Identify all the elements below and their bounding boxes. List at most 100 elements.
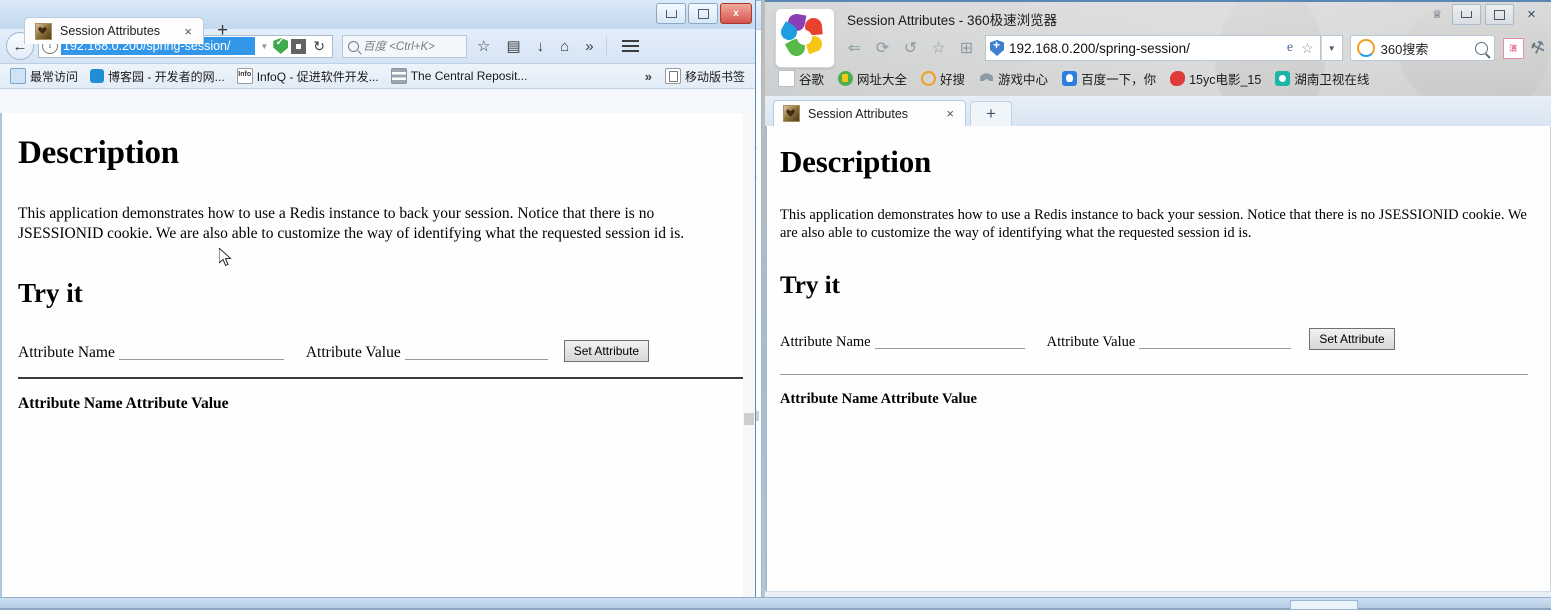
close-window-button[interactable]: ✕ [1518,5,1545,24]
page-vertical-scrollbar[interactable] [743,113,755,607]
bookmark-item-cnblogs[interactable]: 博客园 - 开发者的网... [84,67,231,86]
se360-logo-icon [775,8,835,68]
attribute-name-input[interactable] [118,343,284,360]
firefox-browser-window[interactable]: Session Attributes × + x ← i 192.168.0.2… [0,0,756,608]
set-attribute-button[interactable]: Set Attribute [1309,327,1395,350]
bookmark-item-most-visited[interactable]: 最常访问 [4,67,84,86]
hunan-tv-icon [1275,70,1291,86]
bookmarks-overflow-icon[interactable]: » [638,69,659,84]
attribute-value-input[interactable] [1139,332,1292,349]
site-favicon-icon [35,22,52,40]
bookmark-item-central-repository[interactable]: The Central Reposit... [385,67,534,85]
se360-browser-window[interactable]: Session Attributes - 360极速浏览器 ♕ ✕ ⇐ ⟳ ↺ … [765,0,1551,600]
qr-code-icon[interactable] [291,38,307,54]
taskbar-item-1[interactable] [1290,600,1358,610]
maven-icon [390,68,407,84]
library-icon[interactable]: ▤ [500,37,526,55]
bookmark-item-hunan-tv[interactable]: 湖南卫视在线 [1268,69,1376,88]
toolbar-divider [605,36,607,56]
back-icon[interactable]: ⇐ [841,35,868,62]
bookmark-label: 游戏中心 [998,72,1049,87]
page-paragraph: This application demonstrates how to use… [18,205,685,242]
attribute-name-input[interactable] [874,332,1025,349]
scrollbar-thumb[interactable] [744,413,754,425]
page-heading-description: Description [780,144,932,179]
bookmark-star-icon[interactable]: ☆ [471,37,496,55]
bookmark-label: 最常访问 [30,69,79,84]
hamburger-menu-icon[interactable] [616,37,645,55]
bookmark-item-hao360[interactable]: 网址大全 [831,69,914,88]
search-icon[interactable] [1474,41,1488,55]
attribute-value-input[interactable] [404,343,548,360]
home-icon[interactable]: ⌂ [554,38,575,55]
forward-icon[interactable]: ⟳ [869,35,896,62]
bookmark-label: The Central Reposit... [410,69,528,83]
add-favorite-icon[interactable]: ☆ [1299,40,1316,57]
minimize-button[interactable] [1452,4,1481,25]
bookmark-item-baidu[interactable]: 百度一下，你 [1055,69,1163,88]
bookmark-label: 谷歌 [799,72,825,87]
taskbar-item-2[interactable] [1368,600,1424,608]
chevron-down-icon[interactable]: ▼ [258,42,270,51]
favorites-star-icon[interactable]: ☆ [925,35,952,62]
bookmark-label: InfoQ - 促进软件开发... [256,69,379,84]
reload-icon[interactable]: ↻ [309,38,329,55]
attribute-value-label: Attribute Value [305,343,401,361]
bookmark-item-google[interactable]: 谷歌 [771,69,831,88]
se360-search-box[interactable]: 360搜索 [1349,35,1495,61]
bookmark-item-game-center[interactable]: 游戏中心 [972,69,1055,88]
bookmark-label: 移动版书签 [684,69,745,84]
page-heading-tryit: Try it [18,277,83,308]
close-window-button[interactable]: x [720,3,752,24]
address-dropdown-icon[interactable]: ▼ [1321,35,1343,61]
bookmark-item-infoq[interactable]: Info InfoQ - 促进软件开发... [231,67,385,86]
refresh-icon[interactable]: ↺ [897,35,924,62]
minimize-icon [665,9,677,18]
google-icon [778,69,795,87]
close-tab-icon[interactable]: × [181,24,195,39]
bookmark-item-haosou[interactable]: 好搜 [914,69,972,88]
new-tab-button[interactable]: + [970,101,1012,126]
cnblogs-icon [90,69,105,83]
se360-url-text[interactable]: 192.168.0.200/spring-session/ [1009,41,1281,56]
site-favicon-icon [783,105,800,122]
set-attribute-button[interactable]: Set Attribute [563,339,650,362]
search-icon [348,40,359,52]
bookmark-item-mobile-bookmarks[interactable]: 移动版书签 [659,67,751,86]
maximize-button[interactable] [1485,4,1514,25]
se360-tab-session-attributes[interactable]: Session Attributes × [773,100,966,126]
firefox-tab-session-attributes[interactable]: Session Attributes × [24,17,204,44]
maximize-icon [1494,9,1505,20]
security-shield-icon[interactable] [273,38,289,54]
downloads-icon[interactable]: ↓ [531,38,551,55]
minimize-button[interactable] [656,3,686,24]
firefox-page-viewport: Description This application demonstrate… [0,113,755,607]
tools-wrench-icon[interactable]: ⚒ [1528,36,1548,60]
se360-address-bar[interactable]: 192.168.0.200/spring-session/ e ☆ [985,35,1321,61]
bookmark-label: 湖南卫视在线 [1294,72,1370,87]
skin-theme-icon[interactable]: ♕ [1426,5,1448,24]
bookmark-label: 博客园 - 开发者的网... [108,69,225,84]
search-box[interactable]: 百度 <Ctrl+K> [342,34,467,58]
firefox-tab-strip: Session Attributes × + [24,14,235,44]
bookmark-label: 好搜 [940,72,966,87]
attribute-name-label: Attribute Name [18,343,115,361]
game-center-icon [979,73,994,81]
extension-icon[interactable]: 演 [1502,37,1524,59]
apps-grid-icon[interactable]: ⊞ [953,35,980,62]
bookmark-item-movie[interactable]: 15yc电影_15 [1163,69,1268,88]
firefox-window-controls: x [656,3,752,24]
bookmark-label: 百度一下，你 [1081,72,1157,87]
se360-navigation-toolbar: ⇐ ⟳ ↺ ☆ ⊞ 192.168.0.200/spring-session/ … [841,32,1548,64]
ie-core-toggle-icon[interactable]: e [1286,40,1294,56]
windows-taskbar[interactable] [0,597,1551,610]
close-tab-icon[interactable]: × [943,106,957,121]
maximize-button[interactable] [688,3,718,24]
firefox-tab-title: Session Attributes [60,24,161,38]
se360-page-viewport: Description This application demonstrate… [765,126,1551,600]
overflow-chevron-icon[interactable]: » [579,38,599,55]
firefox-title-bar: Session Attributes × + x [0,0,755,44]
se360-bookmarks-bar: 谷歌 网址大全 好搜 游戏中心 百度一下，你 15yc电影_15 湖南卫视在线 [771,66,1547,90]
new-tab-button[interactable]: + [210,21,235,44]
page-paragraph: This application demonstrates how to use… [780,207,1527,242]
